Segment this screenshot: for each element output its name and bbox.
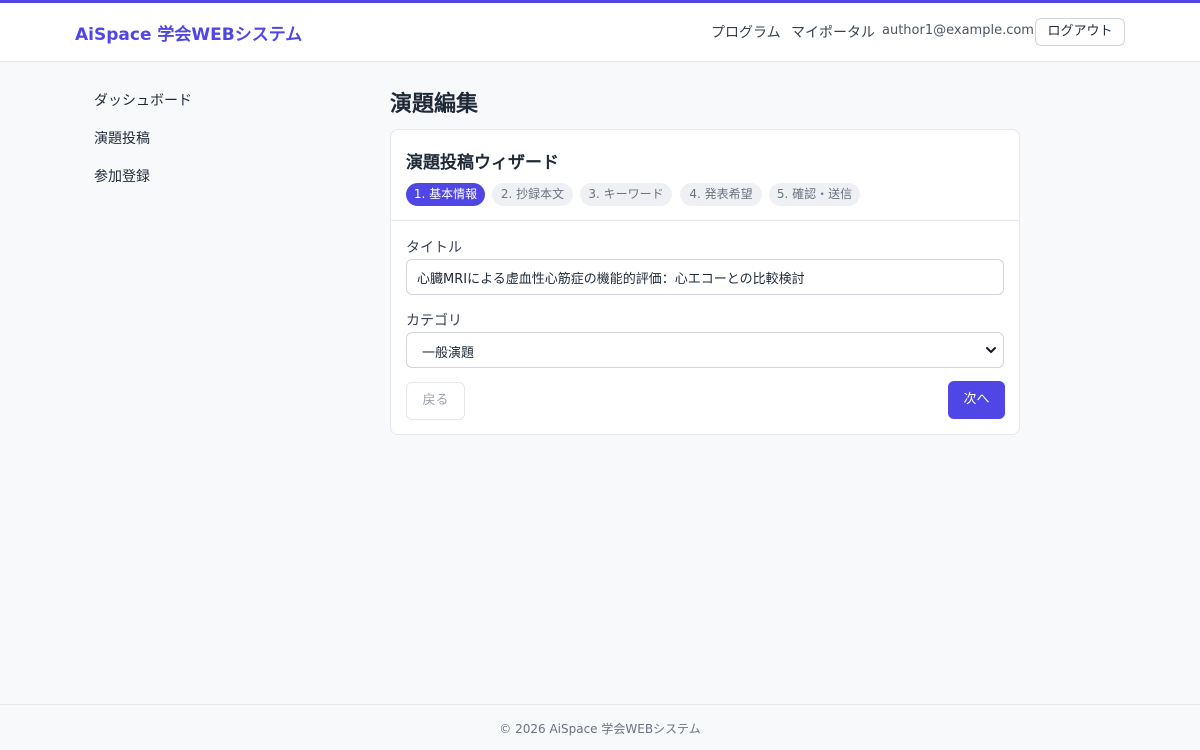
category-select[interactable]: 一般演題 xyxy=(406,332,1004,368)
step-basic-info[interactable]: 1. 基本情報 xyxy=(406,183,485,206)
sidebar: ダッシュボード 演題投稿 参加登録 xyxy=(94,92,294,206)
top-navbar: AiSpace 学会WEBシステム プログラム マイポータル author1@e… xyxy=(0,0,1200,62)
sidebar-item-abstract-submission[interactable]: 演題投稿 xyxy=(94,130,294,168)
title-label: タイトル xyxy=(406,240,462,256)
step-abstract-body[interactable]: 2. 抄録本文 xyxy=(492,183,573,206)
wizard-title: 演題投稿ウィザード xyxy=(406,153,559,173)
step-keywords[interactable]: 3. キーワード xyxy=(580,183,672,206)
back-button[interactable]: 戻る xyxy=(406,382,465,420)
step-confirm-submit[interactable]: 5. 確認・送信 xyxy=(769,183,860,206)
page-title: 演題編集 xyxy=(390,92,479,117)
wizard-header: 演題投稿ウィザード 1. 基本情報 2. 抄録本文 3. キーワード 4. 発表… xyxy=(391,130,1019,221)
logout-button[interactable]: ログアウト xyxy=(1035,18,1125,46)
user-email: author1@example.com xyxy=(882,23,1034,38)
footer-copyright: © 2026 AiSpace 学会WEBシステム xyxy=(499,722,701,736)
chevron-down-icon xyxy=(986,347,996,353)
sidebar-item-dashboard[interactable]: ダッシュボード xyxy=(94,92,294,130)
wizard-card: 演題投稿ウィザード 1. 基本情報 2. 抄録本文 3. キーワード 4. 発表… xyxy=(390,129,1020,435)
category-label: カテゴリ xyxy=(406,313,462,329)
category-selected-value: 一般演題 xyxy=(422,346,475,361)
brand-logo[interactable]: AiSpace 学会WEBシステム xyxy=(75,20,302,45)
sidebar-item-registration[interactable]: 参加登録 xyxy=(94,168,294,206)
nav-link-my-portal[interactable]: マイポータル xyxy=(791,22,875,42)
title-input[interactable] xyxy=(406,259,1004,295)
footer: © 2026 AiSpace 学会WEBシステム xyxy=(0,704,1200,750)
nav-link-program[interactable]: プログラム xyxy=(711,22,781,42)
step-presentation-preference[interactable]: 4. 発表希望 xyxy=(680,183,762,206)
next-button[interactable]: 次へ xyxy=(948,381,1005,419)
